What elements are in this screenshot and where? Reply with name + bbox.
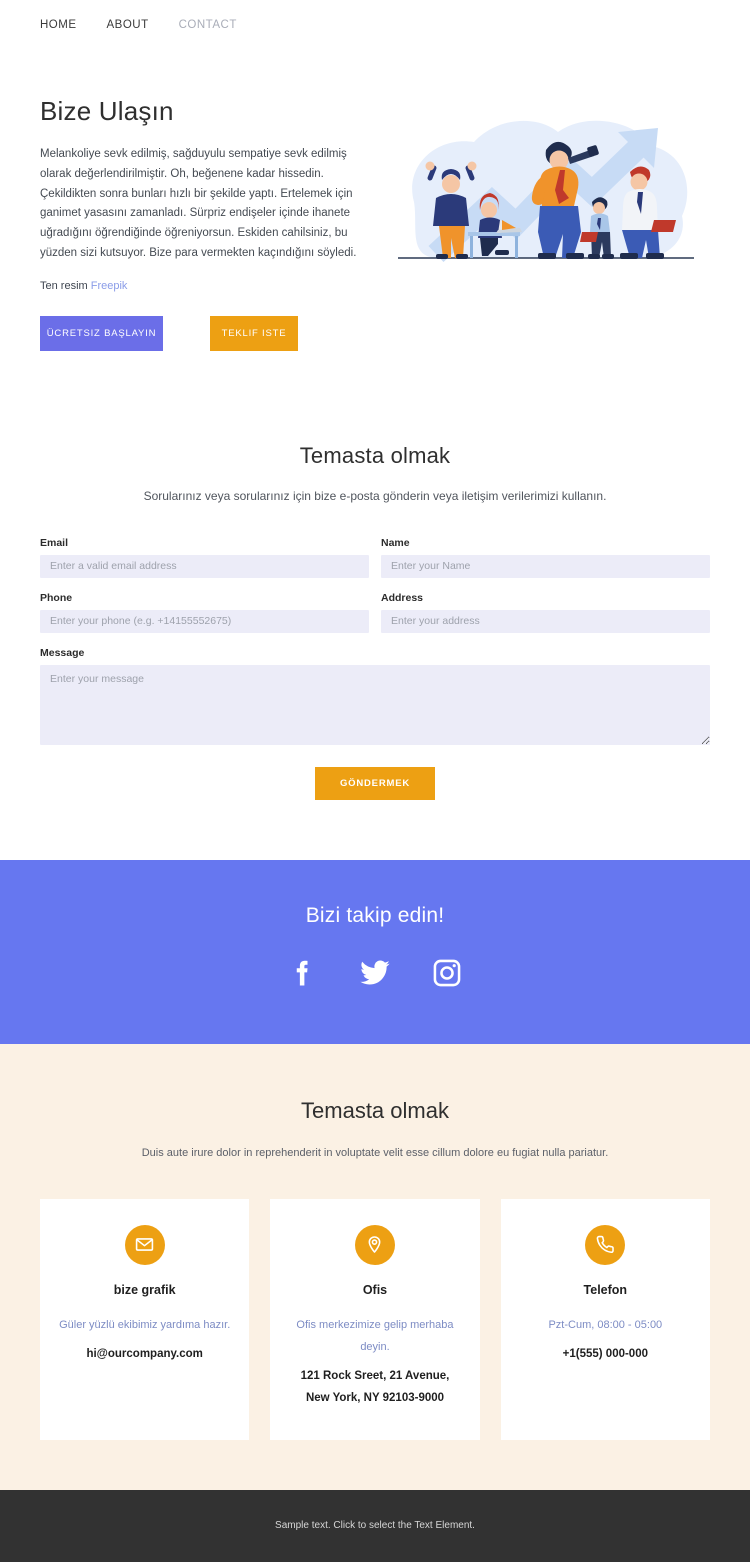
map-pin-icon bbox=[369, 1236, 381, 1254]
field-label-message: Message bbox=[40, 646, 85, 659]
submit-button[interactable]: GÖNDERMEK bbox=[315, 766, 435, 800]
field-label-address: Address bbox=[381, 591, 424, 604]
footer-text[interactable]: Sample text. Click to select the Text El… bbox=[275, 1520, 475, 1531]
card-title-phone: Telefon bbox=[583, 1282, 628, 1297]
name-input[interactable] bbox=[381, 554, 710, 578]
instagram-icon bbox=[433, 959, 461, 986]
start-free-button[interactable]: ÜCRETSIZ BAŞLAYIN bbox=[40, 315, 163, 351]
card-icon-wrapper-phone bbox=[585, 1224, 626, 1265]
social-link-facebook[interactable] bbox=[280, 950, 326, 996]
field-address: Address bbox=[381, 592, 710, 633]
field-name: Name bbox=[381, 537, 710, 578]
message-textarea[interactable] bbox=[40, 664, 710, 745]
contact-subtitle: Sorularınız veya sorularınız için bize e… bbox=[143, 488, 607, 503]
field-message: Message bbox=[40, 647, 710, 745]
hero-credit-link[interactable]: Freepik bbox=[91, 280, 128, 292]
top-navigation: HOME ABOUT CONTACT bbox=[0, 0, 750, 48]
contact-card-office[interactable]: Ofis Ofis merkezimize gelip merhaba deyi… bbox=[270, 1198, 480, 1440]
field-email: Email bbox=[40, 537, 369, 578]
card-value-phone: +1(555) 000-000 bbox=[562, 1347, 648, 1360]
cards-section-subtitle: Duis aute irure dolor in reprehenderit i… bbox=[141, 1146, 609, 1159]
hero-button-group: ÜCRETSIZ BAŞLAYIN TEKLIF ISTE bbox=[40, 315, 380, 351]
nav-item-home[interactable]: HOME bbox=[40, 15, 77, 33]
phone-input[interactable] bbox=[40, 609, 369, 633]
nav-item-about[interactable]: ABOUT bbox=[107, 15, 149, 33]
card-title-office: Ofis bbox=[362, 1282, 388, 1297]
social-follow-section: Bizi takip edin! bbox=[0, 859, 750, 1044]
contact-title: Temasta olmak bbox=[299, 442, 451, 468]
twitter-icon bbox=[360, 960, 390, 985]
card-description-office: Ofis merkezimize gelip merhaba deyin. bbox=[296, 1318, 454, 1353]
contact-form: Email Name Phone Address bbox=[40, 537, 710, 800]
social-link-instagram[interactable] bbox=[424, 950, 470, 996]
email-input[interactable] bbox=[40, 554, 369, 578]
hero-credit-prefix: Ten resim bbox=[40, 279, 88, 292]
hero-section: Bize Ulaşın Melankoliye sevk edilmiş, sa… bbox=[0, 48, 750, 391]
form-row-3: Message bbox=[40, 647, 710, 745]
request-quote-button[interactable]: TEKLIF ISTE bbox=[210, 315, 298, 351]
form-row-2: Phone Address bbox=[40, 592, 710, 633]
card-value-office-line2: New York, NY 92103-9000 bbox=[305, 1391, 445, 1404]
cards-section-title: Temasta olmak bbox=[301, 1097, 449, 1123]
form-submit-row: GÖNDERMEK bbox=[40, 766, 710, 800]
nav-link-about[interactable]: ABOUT bbox=[107, 19, 149, 31]
nav-link-contact[interactable]: CONTACT bbox=[179, 19, 237, 31]
facebook-icon bbox=[296, 960, 308, 986]
hero-paragraph: Melankoliye sevk edilmiş, sağduyulu semp… bbox=[40, 148, 357, 259]
card-value-email: hi@ourcompany.com bbox=[86, 1347, 203, 1360]
address-input[interactable] bbox=[381, 609, 710, 633]
field-phone: Phone bbox=[40, 592, 369, 633]
business-growth-illustration bbox=[398, 120, 694, 263]
envelope-icon bbox=[135, 1238, 154, 1252]
social-title: Bizi takip edin! bbox=[305, 903, 445, 927]
hero-title: Bize Ulaşın bbox=[40, 96, 174, 126]
nav-link-home[interactable]: HOME bbox=[40, 19, 77, 31]
card-description-email: Güler yüzlü ekibimiz yardıma hazır. bbox=[59, 1318, 231, 1331]
field-label-email: Email bbox=[40, 536, 69, 549]
hero-illustration-column bbox=[390, 96, 710, 276]
card-icon-wrapper-office bbox=[354, 1224, 395, 1265]
contact-card-phone[interactable]: Telefon Pzt-Cum, 08:00 - 05:00 +1(555) 0… bbox=[500, 1198, 710, 1440]
card-description-phone: Pzt-Cum, 08:00 - 05:00 bbox=[548, 1318, 663, 1331]
social-link-twitter[interactable] bbox=[352, 950, 398, 996]
hero-image-credit: Ten resim Freepik bbox=[40, 280, 380, 292]
contact-card-email[interactable]: bize grafik Güler yüzlü ekibimiz yardıma… bbox=[40, 1198, 250, 1440]
form-row-1: Email Name bbox=[40, 537, 710, 578]
card-value-office-line1: 121 Rock Sreet, 21 Avenue, bbox=[300, 1369, 450, 1382]
cards-grid: bize grafik Güler yüzlü ekibimiz yardıma… bbox=[40, 1198, 710, 1440]
hero-text-column: Bize Ulaşın Melankoliye sevk edilmiş, sa… bbox=[40, 96, 380, 351]
page-root: HOME ABOUT CONTACT Bize Ulaşın Melankoli… bbox=[0, 0, 750, 1562]
nav-list: HOME ABOUT CONTACT bbox=[40, 15, 237, 33]
card-icon-wrapper-email bbox=[124, 1224, 165, 1265]
nav-item-contact[interactable]: CONTACT bbox=[179, 15, 237, 33]
field-label-phone: Phone bbox=[40, 591, 73, 604]
page-footer: Sample text. Click to select the Text El… bbox=[0, 1489, 750, 1562]
field-label-name: Name bbox=[381, 536, 410, 549]
phone-icon bbox=[596, 1236, 614, 1254]
contact-form-section: Temasta olmak Sorularınız veya soruların… bbox=[0, 390, 750, 860]
social-icon-list bbox=[0, 950, 750, 996]
contact-cards-section: Temasta olmak Duis aute irure dolor in r… bbox=[0, 1043, 750, 1490]
card-title-email: bize grafik bbox=[113, 1282, 176, 1297]
